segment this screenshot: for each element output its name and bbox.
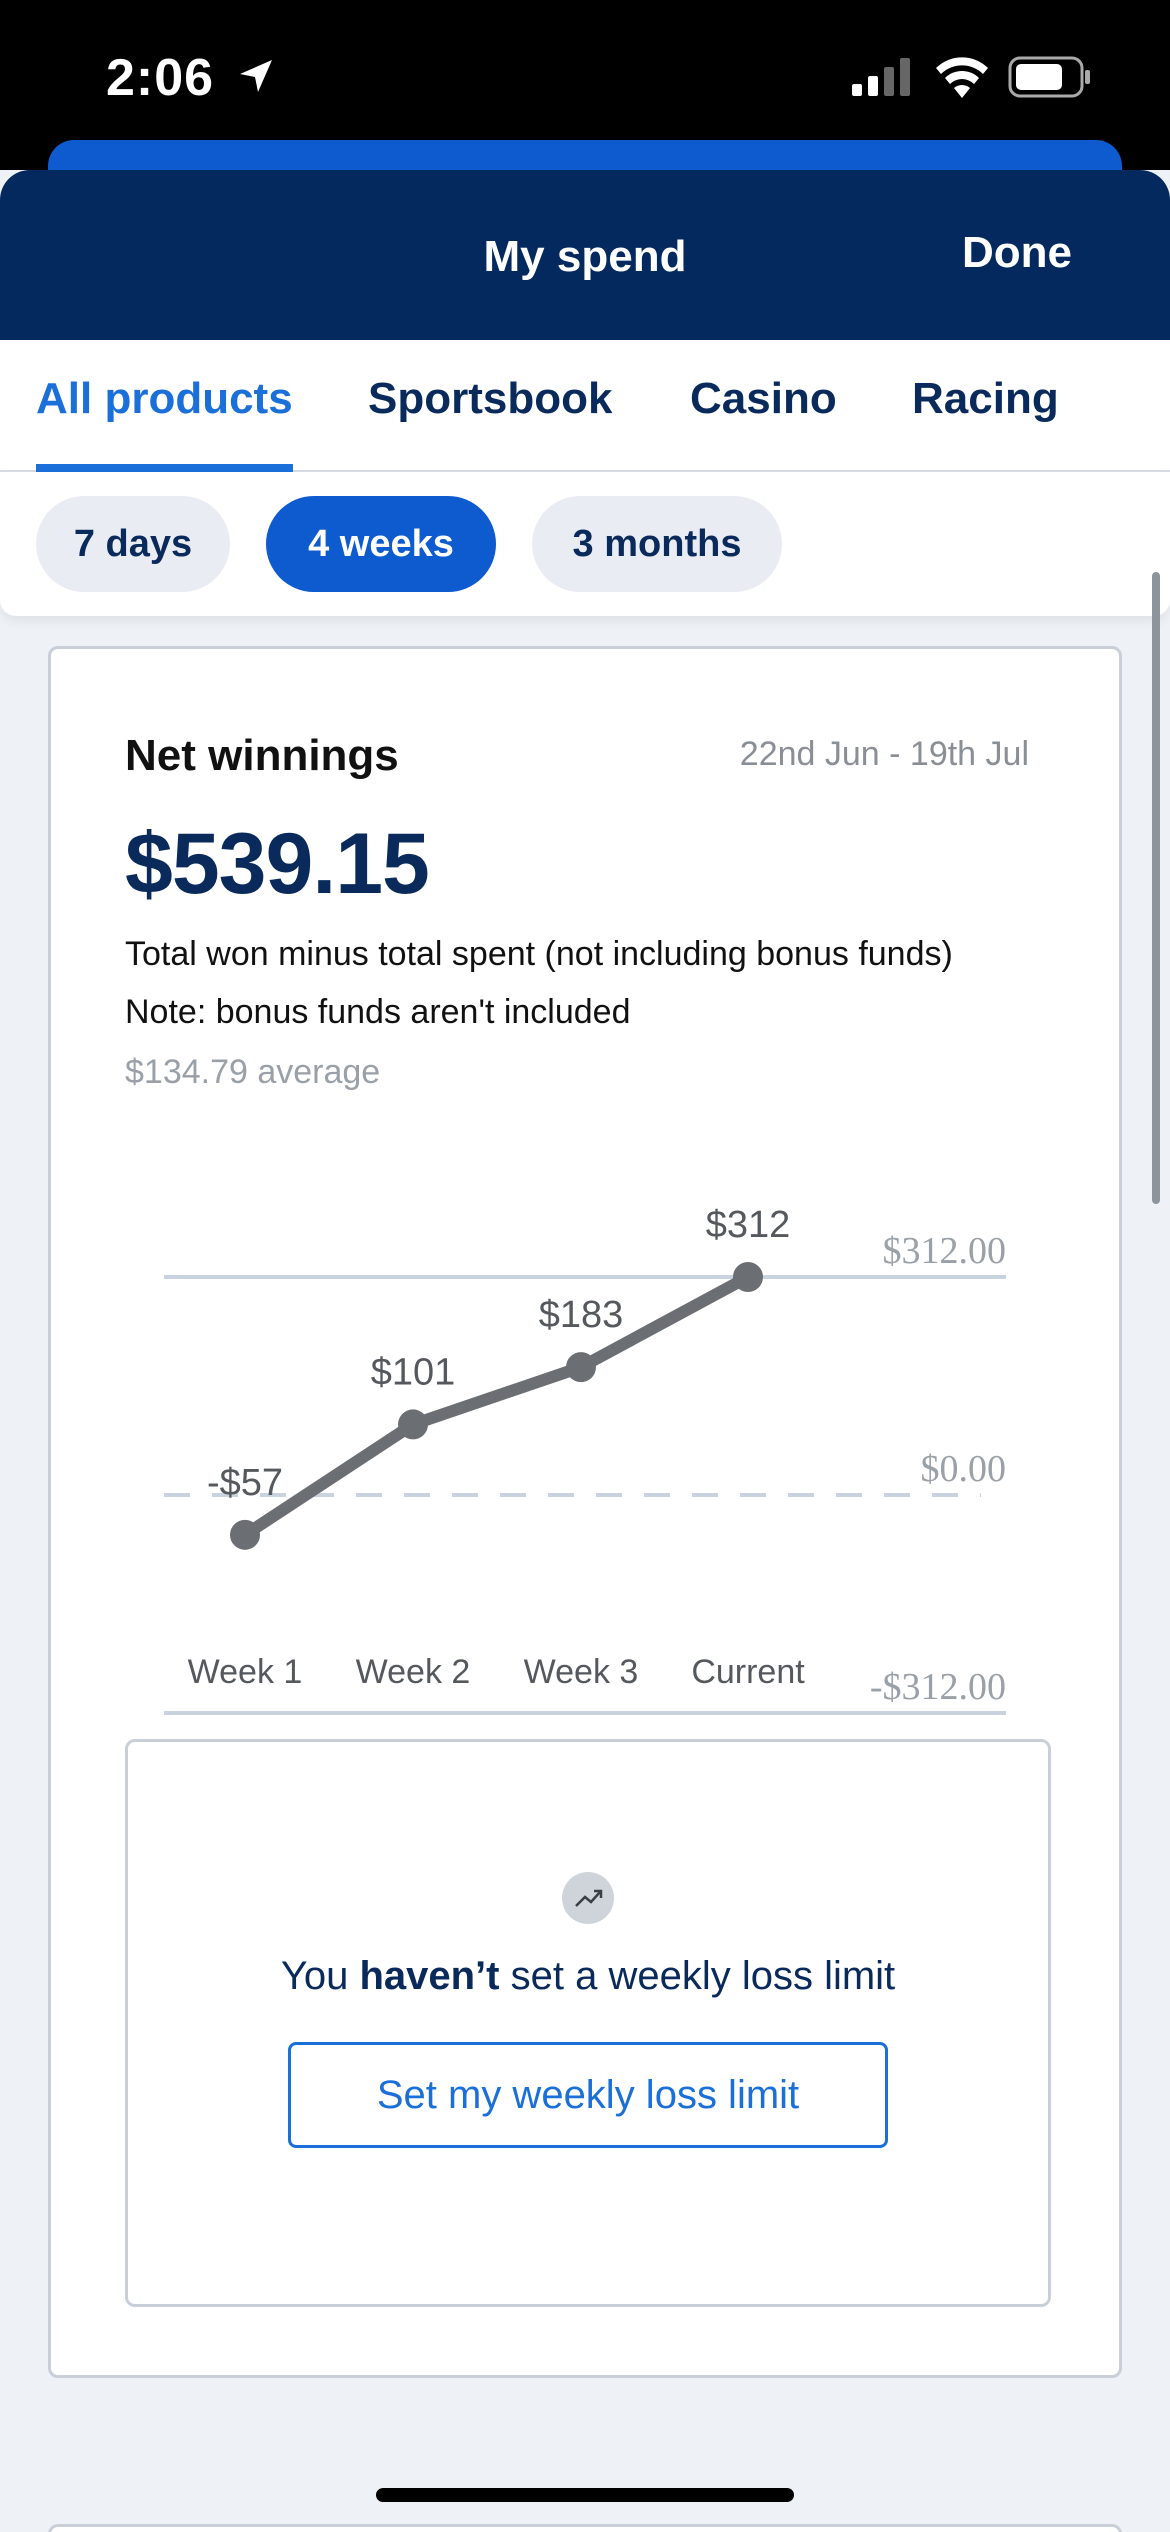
period-3-months-button[interactable]: 3 months bbox=[532, 496, 782, 592]
data-label: $312 bbox=[706, 1204, 791, 1246]
tab-all-products[interactable]: All products bbox=[36, 374, 293, 472]
period-7-days-button[interactable]: 7 days bbox=[36, 496, 230, 592]
data-point bbox=[733, 1262, 763, 1292]
loss-limit-panel: You haven’t set a weekly loss limit Set … bbox=[125, 1739, 1051, 2307]
y-tick-label: -$312.00 bbox=[870, 1666, 1006, 1708]
y-tick-label: $0.00 bbox=[921, 1448, 1007, 1490]
home-indicator bbox=[376, 2488, 794, 2502]
data-label: $101 bbox=[371, 1351, 456, 1393]
net-winnings-card: Net winnings 22nd Jun - 19th Jul $539.15… bbox=[48, 646, 1122, 2378]
loss-limit-prefix: You bbox=[280, 1954, 360, 1998]
tab-racing[interactable]: Racing bbox=[912, 374, 1059, 472]
cellular-signal-icon bbox=[852, 58, 910, 96]
data-label: $183 bbox=[539, 1294, 624, 1336]
next-card-edge bbox=[48, 2524, 1122, 2532]
x-tick-label: Week 3 bbox=[524, 1653, 639, 1691]
data-point bbox=[566, 1352, 596, 1383]
period-selector: 7 days 4 weeks 3 months bbox=[0, 472, 1170, 616]
data-point bbox=[398, 1409, 428, 1440]
x-tick-label: Week 2 bbox=[356, 1653, 471, 1691]
product-tabs: All products Sportsbook Casino Racing bbox=[0, 340, 1170, 472]
tab-casino[interactable]: Casino bbox=[690, 374, 837, 472]
battery-icon bbox=[1008, 56, 1090, 98]
data-point bbox=[230, 1519, 260, 1550]
y-tick-label: $312.00 bbox=[883, 1230, 1007, 1272]
status-time: 2:06 bbox=[106, 49, 215, 107]
scrollbar[interactable] bbox=[1152, 572, 1160, 1204]
data-label: -$57 bbox=[207, 1462, 283, 1504]
done-button[interactable]: Done bbox=[962, 228, 1072, 278]
loss-limit-emphasis: haven’t bbox=[359, 1954, 500, 1998]
net-winnings-chart: $312.00 $0.00 -$312.00 -$57 $101 $183 $312 Week… bbox=[164, 1204, 1007, 1715]
modal-header: My spend Done bbox=[0, 170, 1170, 340]
tab-sportsbook[interactable]: Sportsbook bbox=[368, 374, 612, 472]
x-tick-label: Current bbox=[691, 1653, 805, 1691]
trend-up-icon bbox=[562, 1872, 614, 1924]
wifi-icon bbox=[936, 57, 988, 98]
loss-limit-message: You haven’t set a weekly loss limit bbox=[128, 1954, 1048, 1999]
period-4-weeks-button[interactable]: 4 weeks bbox=[266, 496, 496, 592]
location-arrow-icon bbox=[240, 60, 272, 92]
set-weekly-loss-limit-button[interactable]: Set my weekly loss limit bbox=[288, 2042, 888, 2148]
x-tick-label: Week 1 bbox=[188, 1653, 303, 1691]
loss-limit-suffix: set a weekly loss limit bbox=[499, 1954, 896, 1998]
